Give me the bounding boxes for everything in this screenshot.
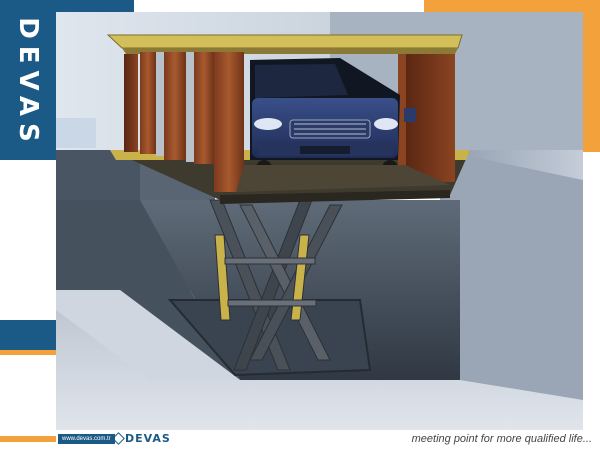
footer-logo: DEVAS: [112, 432, 171, 445]
slogan: meeting point for more qualified life...: [411, 433, 592, 445]
top-blue-accent: [56, 0, 134, 12]
logo-diamond-icon: [112, 432, 125, 445]
brand-name: DEVAS: [13, 17, 43, 149]
brand-vertical-logo: DEVAS: [6, 8, 50, 158]
enclosure-roof: [106, 34, 463, 49]
left-orange-stripe: [0, 350, 56, 355]
top-orange-accent: [424, 0, 600, 12]
footer-orange-stripe: [0, 436, 56, 442]
product-render: [56, 12, 583, 430]
footer-logo-text: DEVAS: [125, 432, 171, 445]
left-accent-bar: [0, 320, 56, 350]
footer-website: www.devas.com.tr: [58, 434, 115, 444]
right-orange-accent: [583, 12, 600, 152]
